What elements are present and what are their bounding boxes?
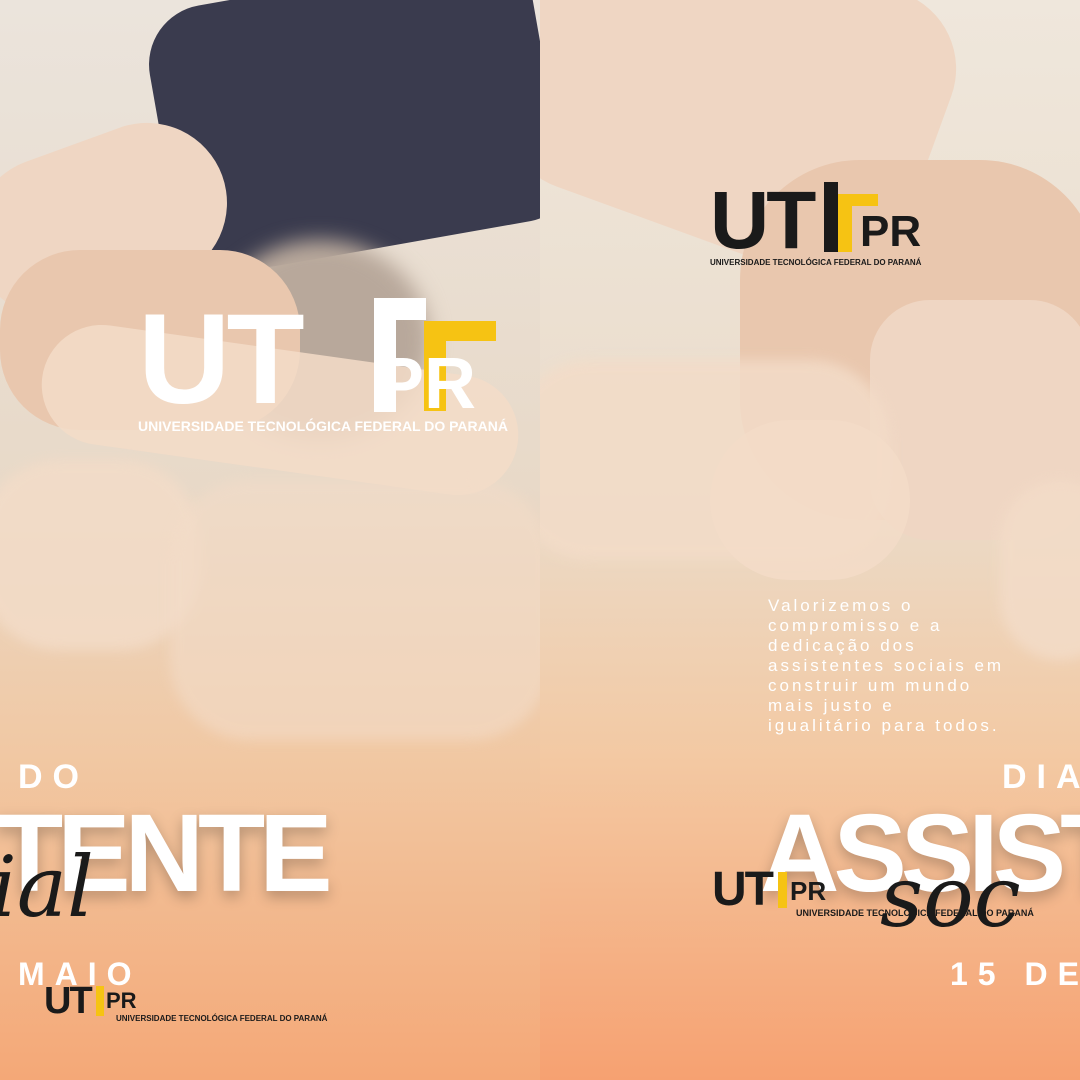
utfpr-logo-small-left: UT PR UNIVERSIDADE TECNOLÓGICA FEDERAL D… xyxy=(44,982,344,1027)
logo-bar-yellow-top xyxy=(852,194,878,206)
logo-bar-top xyxy=(396,298,426,320)
logo-pr-text: PR xyxy=(376,344,477,424)
title-script-soc: soc xyxy=(880,848,1021,946)
logo-subtitle: UNIVERSIDADE TECNOLÓGICA FEDERAL DO PARA… xyxy=(116,1014,328,1023)
logo-bar-dark xyxy=(824,182,838,252)
logo-ut-text: UT xyxy=(710,175,816,266)
logo-ut-text: UT xyxy=(138,288,305,431)
lower-arm-image xyxy=(170,480,540,740)
logo-ut-text: UT xyxy=(712,863,774,916)
logo-bar-yellow xyxy=(838,194,852,252)
logo-bar-yellow xyxy=(96,986,104,1016)
logo-subtitle: UNIVERSIDADE TECNOLÓGICA FEDERAL DO PARA… xyxy=(138,418,508,434)
utfpr-logo-white: UT PR UNIVERSIDADE TECNOLÓGICA FEDERAL D… xyxy=(138,296,518,436)
lower-fist-image xyxy=(710,420,910,580)
right-edge-hand-image xyxy=(1000,480,1080,660)
right-poster-panel: UT PR UNIVERSIDADE TECNOLÓGICA FEDERAL D… xyxy=(540,0,1080,1080)
message-text: Valorizemos o compromisso e a dedicação … xyxy=(768,596,1005,735)
logo-pr-text: PR xyxy=(106,988,137,1013)
logo-subtitle: UNIVERSIDADE TECNOLÓGICA FEDERAL DO PARA… xyxy=(710,258,922,267)
logo-ut-text: UT xyxy=(44,980,93,1022)
logo-pr-text: PR xyxy=(790,876,827,906)
title-script-ial: ial xyxy=(0,838,94,936)
date-line-15-de: 15 DE xyxy=(950,956,1080,992)
utfpr-logo-dark: UT PR UNIVERSIDADE TECNOLÓGICA FEDERAL D… xyxy=(710,180,950,270)
logo-bar-yellow-top xyxy=(446,321,496,341)
logo-pr-text: PR xyxy=(860,207,922,256)
logo-bar-yellow xyxy=(778,872,787,908)
left-poster-panel: UT PR UNIVERSIDADE TECNOLÓGICA FEDERAL D… xyxy=(0,0,540,1080)
